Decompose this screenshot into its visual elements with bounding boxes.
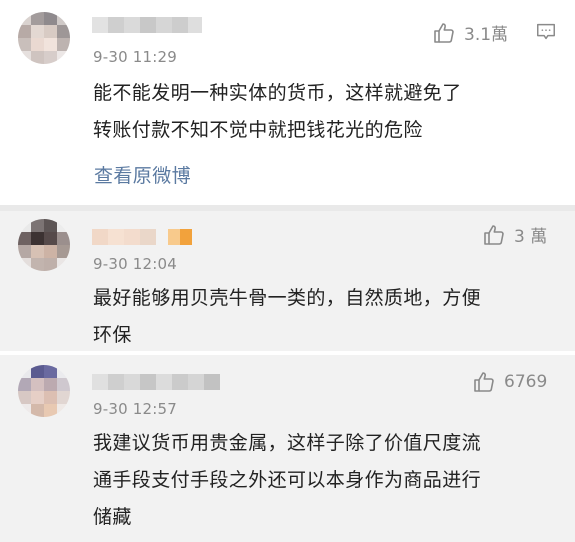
username-blurred[interactable] [92,374,220,390]
thumbs-up-icon [484,224,504,245]
avatar[interactable] [18,219,70,271]
like-count: 6769 [504,372,548,392]
comment-line: 通手段支付手段之外还可以本身作为商品进行 [93,469,482,491]
username-blurred[interactable] [92,17,202,33]
like-count: 3.1萬 [464,25,509,45]
comment-time: 9-30 11:29 [93,48,178,66]
comment-line: 最好能够用贝壳牛骨一类的，自然质地，方便 [93,287,482,309]
like-button[interactable]: 3.1萬 [432,20,508,45]
comment-time: 9-30 12:04 [93,255,178,273]
comment-line: 我建议货币用贵金属，这样子除了价值尺度流 [93,432,482,454]
comment-icon[interactable] [535,21,557,43]
view-original-link[interactable]: 查看原微博 [94,161,191,188]
thumbs-up-icon [474,372,494,392]
comment-text: 最好能够用贝壳牛骨一类的，自然质地，方便 环保 [93,280,481,354]
like-button[interactable]: 3 萬 [482,222,547,247]
comment-line: 转账付款不知不觉中就把钱花光的危险 [93,119,423,141]
comment-text: 能不能发明一种实体的货币，这样就避免了 转账付款不知不觉中就把钱花光的危险 [93,75,462,149]
avatar[interactable] [18,12,70,64]
username-blurred[interactable] [92,229,192,245]
comment-card-2: 9-30 12:04 3 萬 最好能够用贝壳牛骨一类的，自然质地，方便 环保 [0,211,575,351]
like-count: 3 萬 [514,227,548,247]
comment-card-1: 9-30 11:29 3.1萬 能不能发明一种实体的货币，这样就避免了 转账付款… [0,0,575,205]
comment-card-3: 9-30 12:57 6769 我建议货币用贵金属，这样子除了价值尺度流 通手段… [0,355,575,542]
comment-text: 我建议货币用贵金属，这样子除了价值尺度流 通手段支付手段之外还可以本身作为商品进… [93,425,481,536]
comment-line: 能不能发明一种实体的货币，这样就避免了 [93,82,462,104]
like-button[interactable]: 6769 [472,370,547,394]
comment-line: 储藏 [93,506,132,528]
avatar[interactable] [18,365,70,417]
thumbs-up-icon [434,22,454,43]
comment-line: 环保 [93,324,132,346]
comment-time: 9-30 12:57 [93,400,178,418]
